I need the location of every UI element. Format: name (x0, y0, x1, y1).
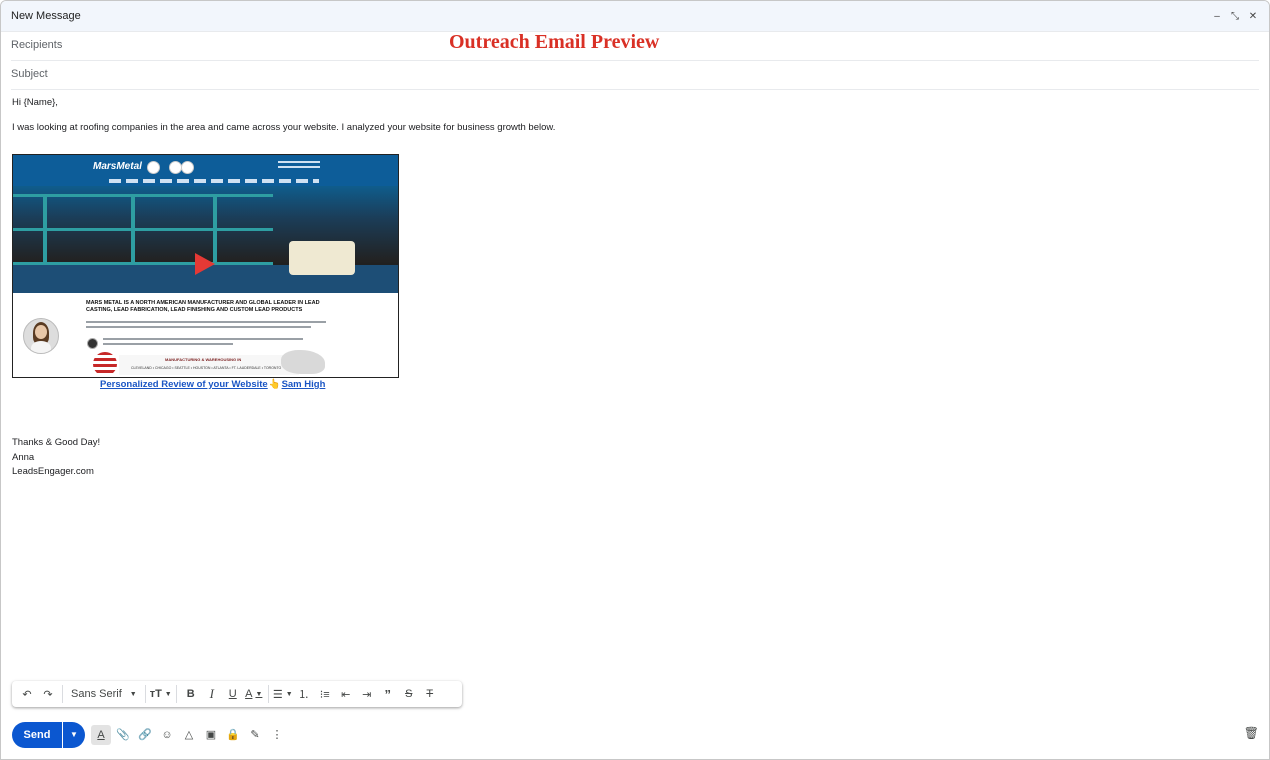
badge-icon (181, 161, 194, 174)
underline-icon[interactable]: U (223, 684, 243, 704)
text-color-icon[interactable]: A ▼ (244, 684, 264, 704)
screenshot-headline: MARS METAL IS A NORTH AMERICAN MANUFACTU… (86, 300, 320, 313)
pointing-hand-icon: 👆 (268, 379, 281, 390)
screenshot-content: MARS METAL IS A NORTH AMERICAN MANUFACTU… (13, 293, 398, 377)
compose-actions: A 📎 🔗 ☺ △ ▣ 🔒 ✎ ⋮ (91, 724, 287, 745)
titlebar-controls: – ⤡ ✕ (1211, 10, 1259, 22)
undo-icon[interactable]: ↶ (17, 684, 37, 704)
recipients-label: Recipients (11, 39, 63, 51)
redo-icon[interactable]: ↷ (38, 684, 58, 704)
screenshot-logo: MarsMetal (93, 161, 142, 172)
compose-title: New Message (11, 10, 81, 22)
font-family-select[interactable]: Sans Serif ▼ (67, 684, 141, 704)
avatar (23, 318, 59, 354)
play-icon[interactable] (195, 253, 215, 275)
font-family-label: Sans Serif (71, 688, 122, 700)
review-link-text: Personalized Review of your Website (100, 379, 268, 390)
signoff-company: LeadsEngager.com (12, 466, 94, 477)
emoji-icon[interactable]: ☺ (157, 725, 177, 745)
chevron-down-icon: ▼ (129, 690, 137, 698)
screenshot-header: MarsMetal (13, 155, 398, 186)
preview-title: Outreach Email Preview (449, 31, 660, 53)
trash-icon[interactable]: 🗑 (1244, 726, 1259, 740)
signoff-line: Thanks & Good Day! (12, 437, 101, 448)
compose-titlebar[interactable]: New Message – ⤡ ✕ (1, 1, 1269, 32)
send-options-chevron-icon[interactable]: ▼ (63, 721, 85, 748)
review-link-name: Sam High (281, 379, 326, 390)
indent-less-icon[interactable]: ⇤ (336, 684, 356, 704)
compose-window: New Message – ⤡ ✕ Recipients Subject Out… (0, 0, 1270, 760)
italic-icon[interactable]: I (202, 684, 222, 704)
bulleted-list-icon[interactable]: ⁝≡ (315, 684, 335, 704)
signature-pen-icon[interactable]: ✎ (245, 725, 265, 745)
send-button[interactable]: Send (12, 721, 62, 748)
indent-more-icon[interactable]: ⇥ (357, 684, 377, 704)
formatting-options-icon[interactable]: A (91, 724, 111, 745)
greeting-text: Hi {Name}, (12, 97, 58, 108)
screenshot-nav (109, 179, 319, 183)
flag-icon (93, 352, 117, 376)
divider (175, 685, 177, 703)
divider (267, 685, 269, 703)
attach-icon[interactable]: 📎 (113, 725, 133, 745)
more-options-icon[interactable]: ⋮ (267, 725, 287, 745)
email-body[interactable]: Hi {Name}, I was looking at roofing comp… (12, 97, 555, 133)
formatting-toolbar: ↶ ↷ Sans Serif ▼ тT ▼ B I U A ▼ ☰ ▼ ⒈ ⁝≡ ⇤ ⇥… (12, 681, 462, 707)
forklift-image (289, 241, 355, 275)
signoff-name: Anna (12, 451, 35, 463)
strikethrough-icon[interactable]: S (399, 684, 419, 704)
screenshot-cities: CLEVELAND • CHICAGO • SEATTLE • HOUSTON … (131, 366, 282, 370)
confidential-lock-icon[interactable]: 🔒 (223, 725, 243, 745)
close-icon[interactable]: ✕ (1247, 10, 1259, 22)
subject-field[interactable]: Subject (11, 61, 1259, 90)
align-icon[interactable]: ☰ ▼ (273, 684, 293, 704)
expand-icon[interactable]: ⤡ (1229, 10, 1241, 22)
numbered-list-icon[interactable]: ⒈ (294, 684, 314, 704)
link-icon[interactable]: 🔗 (135, 725, 155, 745)
drive-icon[interactable]: △ (179, 725, 199, 745)
photo-icon[interactable]: ▣ (201, 725, 221, 745)
divider (62, 685, 63, 703)
map-icon (281, 350, 325, 374)
signoff: Thanks & Good Day! Anna LeadsEngager.com (12, 436, 100, 480)
font-size-icon[interactable]: тT ▼ (150, 684, 172, 704)
subject-label: Subject (11, 68, 48, 80)
compose-bottom-bar: Send ▼ A 📎 🔗 ☺ △ ▣ 🔒 ✎ ⋮ (12, 721, 287, 748)
intro-text: I was looking at roofing companies in th… (12, 122, 556, 133)
bold-icon[interactable]: B (181, 684, 201, 704)
minimize-icon[interactable]: – (1211, 10, 1223, 22)
remove-formatting-icon[interactable]: T (420, 684, 440, 704)
divider (144, 685, 146, 703)
screenshot-hero (13, 186, 398, 293)
website-screenshot-image[interactable]: MarsMetal MARS METAL IS A NORTH AMERICAN… (12, 154, 399, 378)
screenshot-contact (278, 161, 320, 173)
screenshot-mfg-title: MANUFACTURING & WAREHOUSING IN (165, 357, 242, 362)
seal-icon (87, 338, 98, 349)
badge-icon (147, 161, 160, 174)
review-link[interactable]: Personalized Review of your Website👆Sam … (100, 379, 325, 390)
quote-icon[interactable]: ” (378, 684, 398, 704)
